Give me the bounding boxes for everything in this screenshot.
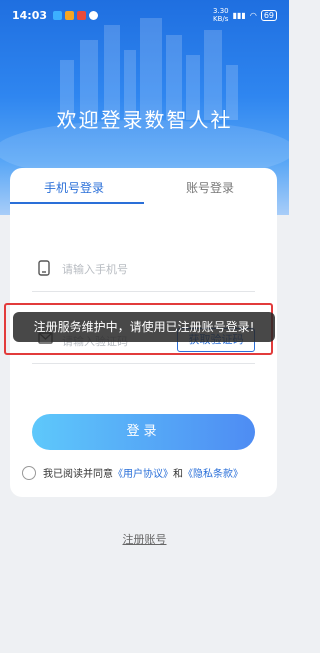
app-notification-icon: [65, 10, 75, 20]
tab-phone-login[interactable]: 手机号登录: [44, 179, 104, 196]
tab-account-login[interactable]: 账号登录: [186, 179, 234, 196]
network-speed: 3.30 KB/s: [213, 7, 229, 23]
phone-field[interactable]: 请输入手机号: [32, 246, 255, 292]
register-row: 注册账号: [0, 531, 289, 547]
battery-indicator: 69: [260, 9, 277, 21]
phone-icon: [38, 260, 50, 276]
status-right: 3.30 KB/s ▮▮▮ ◠ 69: [213, 7, 277, 23]
status-time: 14:03: [12, 8, 48, 22]
notification-icons: [53, 10, 99, 20]
login-tabs: 手机号登录 账号登录: [10, 168, 277, 206]
user-agreement-link[interactable]: 《用户协议》: [113, 465, 173, 480]
app-notification-icon: [89, 10, 99, 20]
active-tab-indicator: [10, 202, 144, 204]
phone-input[interactable]: 请输入手机号: [62, 261, 128, 277]
agreement-row: 我已阅读并同意 《用户协议》 和 《隐私条款》: [22, 465, 243, 480]
page-title: 欢迎登录数智人社: [56, 108, 233, 132]
app-notification-icon: [53, 10, 63, 20]
app-notification-icon: [77, 10, 87, 20]
privacy-policy-link[interactable]: 《隐私条款》: [183, 465, 243, 480]
toast-message: 注册服务维护中，请使用已注册账号登录!: [13, 312, 275, 342]
register-link[interactable]: 注册账号: [123, 533, 167, 546]
agreement-prefix: 我已阅读并同意: [43, 469, 113, 480]
agreement-checkbox[interactable]: [22, 465, 36, 480]
status-bar: 14:03 3.30 KB/s ▮▮▮ ◠ 69: [0, 0, 289, 30]
login-button[interactable]: 登录: [32, 414, 255, 450]
wifi-icon: ◠: [249, 10, 257, 20]
signal-icon: ▮▮▮: [232, 10, 246, 20]
agreement-and: 和: [173, 469, 183, 480]
